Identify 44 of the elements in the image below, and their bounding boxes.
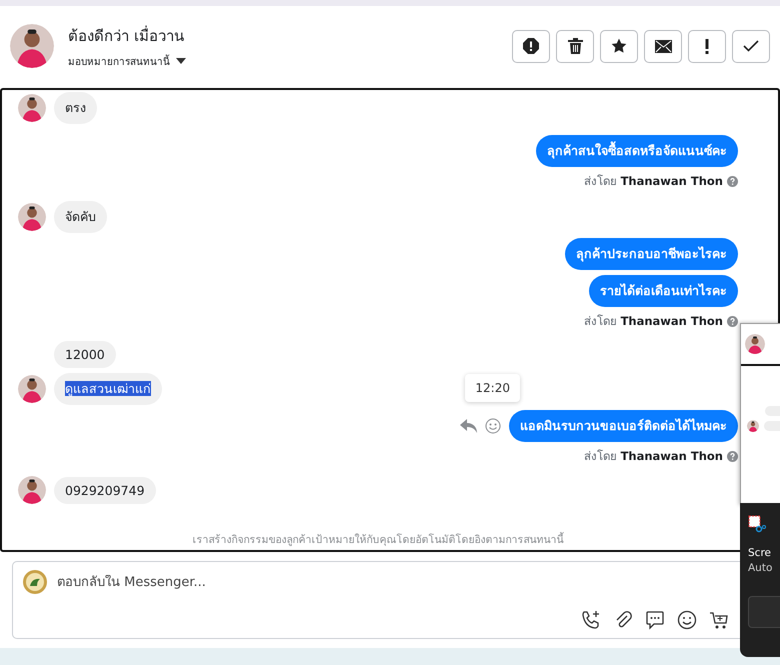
chat-bubble-icon[interactable] xyxy=(645,610,665,630)
checkmark-icon xyxy=(743,40,759,52)
help-icon[interactable] xyxy=(727,316,738,326)
selected-text: ดูแลสวนเฒ่าแก่ xyxy=(65,381,151,396)
assign-dropdown[interactable]: มอบหมายการสนทนานี้ xyxy=(68,54,498,68)
auto-activity-note: เราสร้างกิจกรรมของลูกค้าเป้าหมายให้กับคุณโดยอัตโนมัติโดยอิงตามการสนทนานี้ xyxy=(192,531,564,548)
contact-avatar xyxy=(10,24,54,68)
help-icon[interactable] xyxy=(727,450,738,462)
alert-button[interactable] xyxy=(688,30,726,62)
page-logo-icon xyxy=(23,570,47,594)
message-bubble: รายได้ต่อเดือนเท่าไรคะ xyxy=(589,275,738,307)
help-icon[interactable] xyxy=(727,176,738,186)
snipping-tool-icon xyxy=(748,515,766,533)
toast-title: Scre xyxy=(748,547,771,559)
message-bubble: ลุกค้าสนใจซื้อสดหรือจัดแนนซ์คะ xyxy=(536,135,738,167)
sent-by-label: ส่งโดย Thanawan Thon xyxy=(584,448,723,465)
caret-icon xyxy=(176,58,186,64)
message-bubble: ตรง xyxy=(54,92,97,124)
message-bubble: จัดคับ xyxy=(54,201,107,233)
emoji-icon[interactable] xyxy=(677,610,697,630)
message-bubble: ลุกค้าประกอบอาชีพอะไรคะ xyxy=(565,238,738,270)
message-bubble: 0929209749 xyxy=(54,476,156,504)
exclamation-icon xyxy=(705,38,709,54)
star-button[interactable] xyxy=(600,30,638,62)
phone-add-icon[interactable] xyxy=(581,610,601,630)
preview-avatar xyxy=(745,334,765,354)
contact-name: ต้องดีกว่า เมื่อวาน xyxy=(68,24,185,46)
octagon-exclamation-icon xyxy=(523,38,539,54)
message-bubble: แอดมินรบกวนขอเบอร์ติดต่อได้ไหมคะ xyxy=(509,410,738,442)
done-button[interactable] xyxy=(732,30,770,62)
star-icon xyxy=(611,38,627,54)
time-tooltip: 12:20 xyxy=(465,374,520,402)
toast-subtitle: Auto xyxy=(748,562,772,574)
preview-avatar xyxy=(747,420,759,432)
message-bubble: 12000 xyxy=(54,341,116,368)
spam-button[interactable] xyxy=(512,30,550,62)
envelope-icon xyxy=(654,40,672,52)
sent-by-label: ส่งโดย Thanawan Thon xyxy=(584,173,723,190)
delete-button[interactable] xyxy=(556,30,594,62)
sent-by-label: ส่งโดย Thanawan Thon xyxy=(584,313,723,330)
trash-icon xyxy=(568,38,582,54)
mail-button[interactable] xyxy=(644,30,682,62)
reply-icon[interactable] xyxy=(460,419,477,433)
cart-icon[interactable] xyxy=(709,610,729,630)
